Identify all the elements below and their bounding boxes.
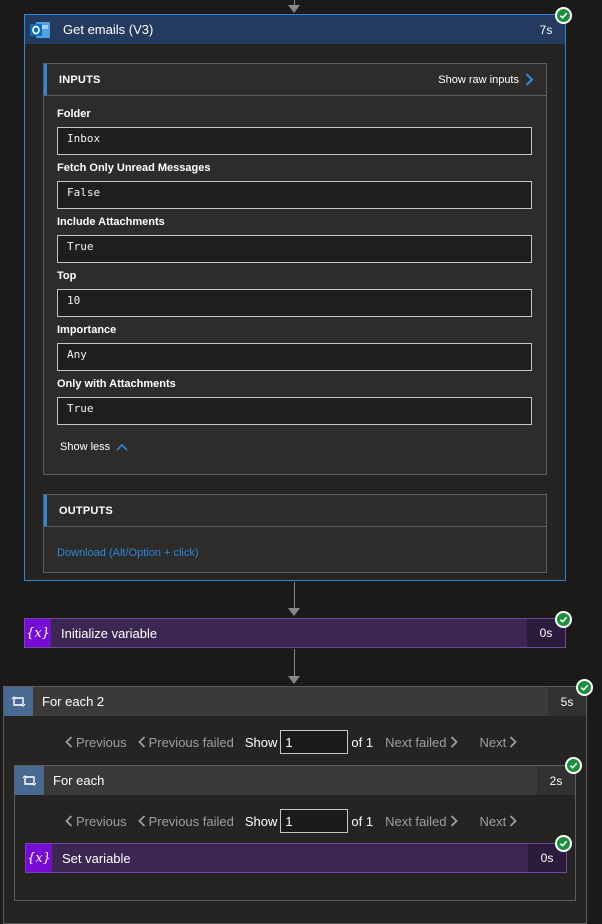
loop-icon (15, 766, 44, 795)
download-link[interactable]: Download (Alt/Option + click) (57, 547, 199, 559)
show-raw-inputs-label: Show raw inputs (438, 73, 519, 86)
chevron-right-icon (510, 736, 518, 748)
previous-label: Previous (76, 734, 127, 750)
outputs-title: OUTPUTS (59, 504, 113, 517)
page-count: of 1 (351, 734, 374, 750)
variable-icon: {x} (26, 844, 52, 872)
next-failed-button[interactable]: Next failed (385, 813, 458, 829)
field-value-importance[interactable]: Any (57, 343, 532, 371)
next-label: Next (479, 734, 507, 750)
for-each-container: For each 2s Previous Previous failed Sho… (14, 765, 576, 901)
inputs-header: INPUTS Show raw inputs (44, 64, 546, 96)
chevron-right-icon (450, 736, 458, 748)
next-button[interactable]: Next (480, 735, 518, 750)
field-label-only-attachments: Only with Attachments (57, 378, 176, 390)
next-failed-label: Next failed (385, 813, 447, 829)
set-variable-title: Set variable (62, 850, 131, 866)
chevron-left-icon (137, 815, 145, 827)
next-label: Next (479, 813, 507, 829)
arrow-head-icon (288, 608, 300, 616)
previous-button[interactable]: Previous (65, 735, 127, 750)
page-count: of 1 (351, 813, 374, 829)
next-failed-button[interactable]: Next failed (385, 734, 458, 750)
for-each-pager: Previous Previous failed Show of 1 Next … (65, 809, 518, 833)
field-label-folder: Folder (57, 108, 91, 120)
outputs-header: OUTPUTS (44, 495, 546, 527)
for-each-2-header[interactable]: For each 2 5s (4, 687, 586, 716)
field-value-top[interactable]: 10 (57, 289, 532, 317)
next-failed-label: Next failed (385, 734, 447, 750)
initialize-variable-card[interactable]: {x} Initialize variable 0s (24, 618, 566, 648)
inputs-section: INPUTS Show raw inputs Folder Inbox Fetc… (43, 63, 547, 475)
success-check-icon (555, 7, 572, 24)
field-label-top: Top (57, 270, 77, 282)
previous-failed-button[interactable]: Previous failed (137, 734, 234, 750)
chevron-right-icon (525, 73, 534, 86)
success-check-icon (576, 679, 593, 696)
outlook-icon (25, 15, 54, 44)
arrow-head-icon (288, 5, 300, 13)
initialize-variable-title: Initialize variable (61, 625, 158, 641)
success-check-icon (565, 757, 582, 774)
for-each-header[interactable]: For each 2s (15, 766, 575, 795)
for-each-2-title: For each 2 (42, 694, 105, 709)
field-label-importance: Importance (57, 324, 117, 336)
show-label: Show (244, 734, 278, 750)
set-variable-card[interactable]: {x} Set variable 0s (25, 843, 567, 873)
field-value-unread[interactable]: False (57, 181, 532, 209)
next-button[interactable]: Next (480, 814, 518, 829)
field-value-attachments[interactable]: True (57, 235, 532, 263)
previous-label: Previous (76, 813, 127, 829)
page-input[interactable] (280, 730, 349, 754)
variable-icon: {x} (25, 619, 51, 647)
connector (294, 649, 295, 677)
field-label-unread: Fetch Only Unread Messages (57, 162, 211, 174)
chevron-up-icon (116, 443, 128, 451)
arrow-head-icon (288, 676, 300, 684)
previous-failed-button[interactable]: Previous failed (137, 813, 234, 829)
for-each-2-container: For each 2 5s Previous Previous failed S… (3, 686, 587, 924)
show-label: Show (244, 813, 278, 829)
get-emails-header[interactable]: Get emails (V3) 7s (25, 15, 565, 44)
chevron-left-icon (65, 815, 73, 827)
chevron-right-icon (450, 815, 458, 827)
chevron-left-icon (65, 736, 73, 748)
page-input[interactable] (280, 809, 349, 833)
get-emails-card: Get emails (V3) 7s INPUTS Show raw input… (24, 14, 566, 581)
connector (294, 582, 295, 610)
field-label-attachments: Include Attachments (57, 216, 165, 228)
for-each-2-pager: Previous Previous failed Show of 1 Next … (65, 730, 518, 754)
outputs-section: OUTPUTS Download (Alt/Option + click) (43, 494, 547, 573)
success-check-icon (555, 611, 572, 628)
for-each-title: For each (53, 773, 105, 788)
show-less-link[interactable]: Show less (60, 441, 128, 453)
previous-failed-label: Previous failed (148, 813, 234, 829)
previous-button[interactable]: Previous (65, 814, 127, 829)
inputs-title: INPUTS (59, 73, 101, 86)
get-emails-title: Get emails (V3) (63, 22, 154, 37)
chevron-left-icon (137, 736, 145, 748)
loop-icon (4, 687, 33, 716)
success-check-icon (555, 835, 572, 852)
previous-failed-label: Previous failed (148, 734, 234, 750)
field-value-folder[interactable]: Inbox (57, 127, 532, 155)
show-raw-inputs-link[interactable]: Show raw inputs (438, 73, 534, 86)
show-less-label: Show less (60, 441, 111, 453)
chevron-right-icon (510, 815, 518, 827)
field-value-only-attachments[interactable]: True (57, 397, 532, 425)
